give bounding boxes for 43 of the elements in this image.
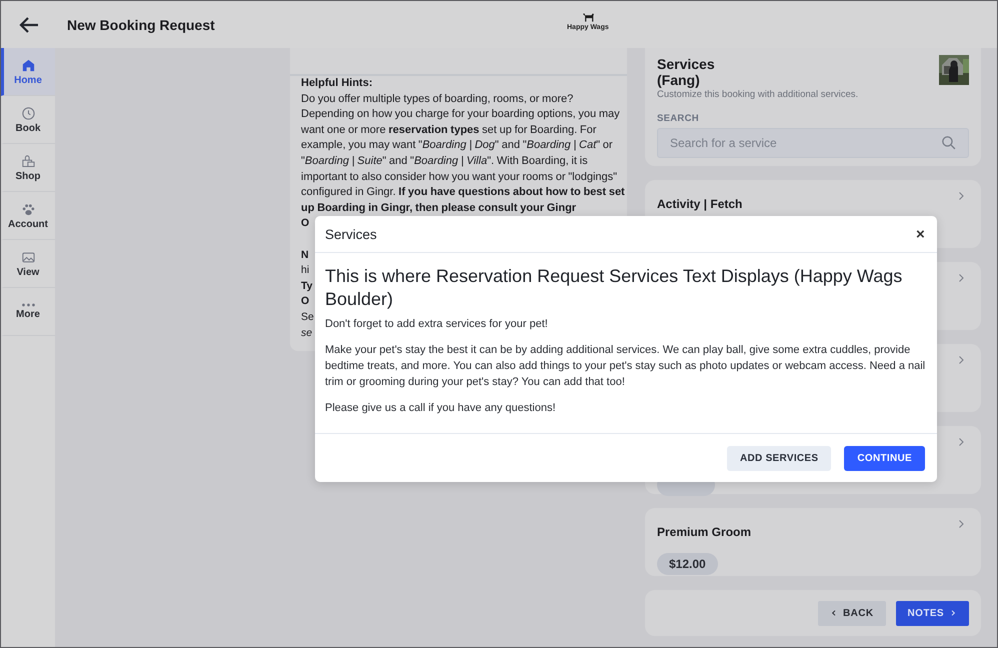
search-icon — [940, 134, 957, 151]
search-field[interactable]: Search for a service — [657, 128, 969, 158]
service-name: Activity | Fetch — [657, 197, 744, 211]
dialog-title: Services — [325, 226, 377, 242]
paw-icon — [20, 202, 36, 216]
continue-button[interactable]: CONTINUE — [844, 446, 925, 470]
nav-item[interactable]: View — [1, 240, 55, 288]
nav-item[interactable]: More — [1, 288, 55, 336]
clock-icon — [20, 106, 36, 120]
page-title: New Booking Request — [67, 16, 215, 32]
close-button[interactable]: × — [914, 222, 927, 246]
hints-heading: Helpful Hints: — [301, 76, 374, 91]
hint-text-fragment: O — [301, 216, 310, 232]
hint-text-fragment: Ty — [301, 278, 312, 294]
home-icon — [20, 58, 36, 72]
more-icon — [20, 303, 36, 307]
dialog-paragraph: Don't forget to add extra services for your pet! — [325, 317, 549, 332]
back-button[interactable]: BACK — [818, 600, 886, 626]
price-tag: $12.00 — [657, 553, 718, 575]
chevron-right-icon — [949, 609, 957, 617]
dialog-paragraph: Please give us a call if you have any questions! — [325, 401, 557, 416]
service-name: Premium Groom — [657, 525, 752, 539]
hints-paragraph: Do you offer multiple types of boarding, rooms, or more? Depending on how you charge for your boarding options, you may want one or more reservation types set up for Boarding. For example, you may want "Boarding | Dog" and "Boarding | Cat" or "Boarding | Suite" and "Boarding | Villa". With Boarding, it is important to also consider how you want your rooms or "lodgings" configured in Gingr. If you have questions about how to best set up Boarding in Gingr, then please consult your Gingr — [301, 92, 625, 216]
nav-item[interactable]: Shop — [1, 144, 55, 192]
services-subtitle: Customize this booking with additional services. — [657, 89, 860, 100]
pet-name: (Fang) — [657, 72, 700, 88]
nav-item[interactable]: Account — [1, 192, 55, 240]
shopping-bag-icon — [20, 154, 36, 168]
nav-item[interactable]: Book — [1, 96, 55, 144]
dialog-heading: This is where Reservation Request Services Text Displays (Happy Wags Boulder) — [325, 265, 904, 310]
add-services-button[interactable]: ADD SERVICES — [726, 446, 832, 470]
nav-item[interactable]: Home — [1, 48, 55, 96]
service-card[interactable]: Premium Groom $12.00 — [645, 508, 981, 576]
hint-text-fragment: Se — [301, 310, 314, 325]
hint-text-fragment: hi — [301, 263, 310, 278]
hint-text-fragment: N — [301, 248, 309, 263]
hint-text-fragment: se — [301, 326, 312, 340]
dialog-paragraph: Make your pet's stay the best it can be by adding additional services. We can play ball, give some extra cuddles, provide bedtime treats, and more. You can also add things to your pet's stay such as photo updates or webcam access. Need a nail trim or grooming during your pet's stay? You can add that too! — [325, 343, 926, 390]
search-label: SEARCH — [657, 113, 700, 124]
services-title: Services — [657, 56, 715, 72]
hint-text-fragment: O — [301, 294, 310, 310]
notes-button[interactable]: NOTES — [896, 600, 969, 626]
image-icon — [20, 250, 36, 264]
